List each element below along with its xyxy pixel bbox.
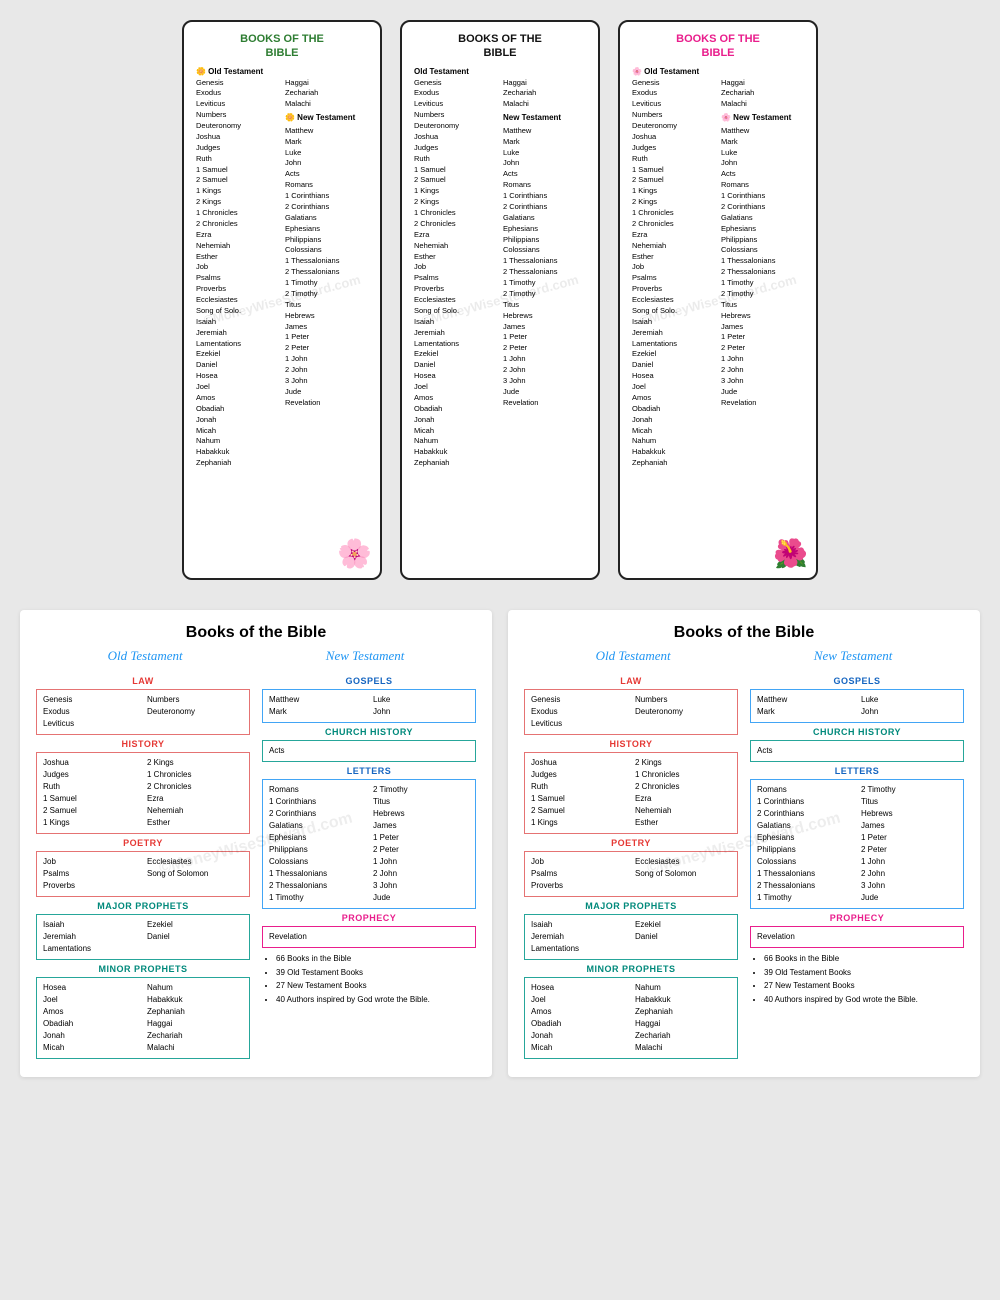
bookmark-1-ot-header: 🌼 Old Testament	[196, 67, 368, 76]
sheet-1-history-box: JoshuaJudgesRuth1 Samuel2 Samuel1 Kings …	[36, 752, 250, 834]
bookmark-3-left-col: GenesisExodusLeviticusNumbersDeuteronomy…	[632, 78, 715, 470]
study-sheet-1: Books of the Bible Old Testament New Tes…	[20, 610, 492, 1077]
bookmark-2-ot-header: Old Testament	[414, 67, 586, 76]
sheet-2-prophecy-box: Revelation	[750, 926, 964, 948]
sheet-1-letters-header: LETTERS	[262, 766, 476, 776]
sheet-1-history-header: HISTORY	[36, 739, 250, 749]
sheet-2-law-box: GenesisExodusLeviticus NumbersDeuteronom…	[524, 689, 738, 735]
bookmark-1-left-col: GenesisExodusLeviticusNumbersDeuteronomy…	[196, 78, 279, 470]
bookmark-3-title: BOOKS OF THEBIBLE	[632, 32, 804, 61]
sheet-1-poetry-header: POETRY	[36, 838, 250, 848]
bookmark-2-left-col: GenesisExodusLeviticusNumbersDeuteronomy…	[414, 78, 497, 470]
bookmark-3-ot-header: 🌸 Old Testament	[632, 67, 804, 76]
sheet-2-church-header: CHURCH HISTORY	[750, 727, 964, 737]
bookmark-2-right-col: HaggaiZechariahMalachi New Testament Mat…	[503, 78, 586, 470]
sheet-2-major-header: MAJOR PROPHETS	[524, 901, 738, 911]
sheet-2-bullet-list: 66 Books in the Bible 39 Old Testament B…	[750, 952, 964, 1006]
sheet-1-bullet-list: 66 Books in the Bible 39 Old Testament B…	[262, 952, 476, 1006]
bullet-3: 27 New Testament Books	[276, 979, 476, 993]
sheet-1-prophecy-header: PROPHECY	[262, 913, 476, 923]
bookmark-2-title: BOOKS OF THEBIBLE	[414, 32, 586, 61]
sheet-1-nt-label: New Testament	[326, 648, 405, 664]
sheet-1-subtitle-row: Old Testament New Testament	[36, 648, 476, 664]
sheet-1-major-box: IsaiahJeremiahLamentations EzekielDaniel	[36, 914, 250, 960]
bookmark-1-flower: 🌸	[337, 537, 372, 570]
bookmark-2-nt-header: New Testament	[503, 112, 586, 124]
bullet-2: 39 Old Testament Books	[276, 966, 476, 980]
sheet-1-major-header: MAJOR PROPHETS	[36, 901, 250, 911]
bookmark-3-columns: GenesisExodusLeviticusNumbersDeuteronomy…	[632, 78, 804, 470]
sheet-2-poetry-header: POETRY	[524, 838, 738, 848]
sheet-2-nt-label: New Testament	[814, 648, 893, 664]
sheet-1-minor-box: HoseaJoelAmosObadiahJonahMicah NahumHaba…	[36, 977, 250, 1059]
sheet-2-ot-label: Old Testament	[596, 648, 671, 664]
sheet-2-letters-box: Romans1 Corinthians2 CorinthiansGalatian…	[750, 779, 964, 909]
sheet-1-title: Books of the Bible	[36, 624, 476, 642]
bookmark-1-columns: GenesisExodusLeviticusNumbersDeuteronomy…	[196, 78, 368, 470]
sheet-2-letters-header: LETTERS	[750, 766, 964, 776]
bookmark-1-nt-header: 🌼 New Testament	[285, 112, 368, 124]
sheet-1-law-header: LAW	[36, 676, 250, 686]
sheet-1-prophecy-box: Revelation	[262, 926, 476, 948]
sheet-1-gospels-box: MatthewMark LukeJohn	[262, 689, 476, 723]
sheet-1-columns: LAW GenesisExodusLeviticus NumbersDeuter…	[36, 672, 476, 1063]
sheet-2-title: Books of the Bible	[524, 624, 964, 642]
sheet-1-gospels-header: GOSPELS	[262, 676, 476, 686]
bookmark-1: BOOKS OF THEBIBLE 🌼 Old Testament Genesi…	[182, 20, 382, 580]
sheet-2-prophecy-header: PROPHECY	[750, 913, 964, 923]
sheet-2-columns: LAW GenesisExodusLeviticus NumbersDeuter…	[524, 672, 964, 1063]
sheet-2-law-header: LAW	[524, 676, 738, 686]
bullet-1: 66 Books in the Bible	[276, 952, 476, 966]
sheet-1-church-box: Acts	[262, 740, 476, 762]
study-sheet-2: Books of the Bible Old Testament New Tes…	[508, 610, 980, 1077]
sheet-2-subtitle-row: Old Testament New Testament	[524, 648, 964, 664]
sheet-2-poetry-box: JobPsalmsProverbs EcclesiastesSong of So…	[524, 851, 738, 897]
sheet-2-bullet-3: 27 New Testament Books	[764, 979, 964, 993]
sheet-2-minor-header: MINOR PROPHETS	[524, 964, 738, 974]
sheet-2-major-box: IsaiahJeremiahLamentations EzekielDaniel	[524, 914, 738, 960]
bookmark-1-title: BOOKS OF THEBIBLE	[196, 32, 368, 61]
sheet-1-ot-col: LAW GenesisExodusLeviticus NumbersDeuter…	[36, 672, 250, 1063]
sheet-2-history-box: JoshuaJudgesRuth1 Samuel2 Samuel1 Kings …	[524, 752, 738, 834]
sheet-1-ot-label: Old Testament	[108, 648, 183, 664]
sheet-1-poetry-box: JobPsalmsProverbs EcclesiastesSong of So…	[36, 851, 250, 897]
sheet-2-gospels-box: MatthewMark LukeJohn	[750, 689, 964, 723]
bullet-4: 40 Authors inspired by God wrote the Bib…	[276, 993, 476, 1007]
sheet-2-bullet-2: 39 Old Testament Books	[764, 966, 964, 980]
sheet-2-history-header: HISTORY	[524, 739, 738, 749]
sheet-2-gospels-header: GOSPELS	[750, 676, 964, 686]
sheet-1-church-header: CHURCH HISTORY	[262, 727, 476, 737]
sheet-2-church-box: Acts	[750, 740, 964, 762]
sheet-2-bullet-1: 66 Books in the Bible	[764, 952, 964, 966]
sheet-2-ot-col: LAW GenesisExodusLeviticus NumbersDeuter…	[524, 672, 738, 1063]
bookmark-1-right-col: HaggaiZechariahMalachi 🌼 New Testament M…	[285, 78, 368, 470]
bookmark-3: BOOKS OF THEBIBLE 🌸 Old Testament Genesi…	[618, 20, 818, 580]
sheet-1-letters-box: Romans1 Corinthians2 CorinthiansGalatian…	[262, 779, 476, 909]
sheet-2-bullet-4: 40 Authors inspired by God wrote the Bib…	[764, 993, 964, 1007]
bookmark-3-nt-header: 🌸 New Testament	[721, 112, 804, 124]
study-sheets-section: Books of the Bible Old Testament New Tes…	[20, 610, 980, 1077]
bookmark-2: BOOKS OF THEBIBLE Old Testament GenesisE…	[400, 20, 600, 580]
bookmark-3-right-col: HaggaiZechariahMalachi 🌸 New Testament M…	[721, 78, 804, 470]
sheet-1-nt-col: GOSPELS MatthewMark LukeJohn CHURCH HIST…	[262, 672, 476, 1063]
sheet-2-minor-box: HoseaJoelAmosObadiahJonahMicah NahumHaba…	[524, 977, 738, 1059]
bookmark-2-columns: GenesisExodusLeviticusNumbersDeuteronomy…	[414, 78, 586, 470]
sheet-1-law-box: GenesisExodusLeviticus NumbersDeuteronom…	[36, 689, 250, 735]
bookmark-3-flower: 🌺	[773, 537, 808, 570]
sheet-2-nt-col: GOSPELS MatthewMark LukeJohn CHURCH HIST…	[750, 672, 964, 1063]
bookmark-section: BOOKS OF THEBIBLE 🌼 Old Testament Genesi…	[20, 20, 980, 580]
sheet-1-minor-header: MINOR PROPHETS	[36, 964, 250, 974]
